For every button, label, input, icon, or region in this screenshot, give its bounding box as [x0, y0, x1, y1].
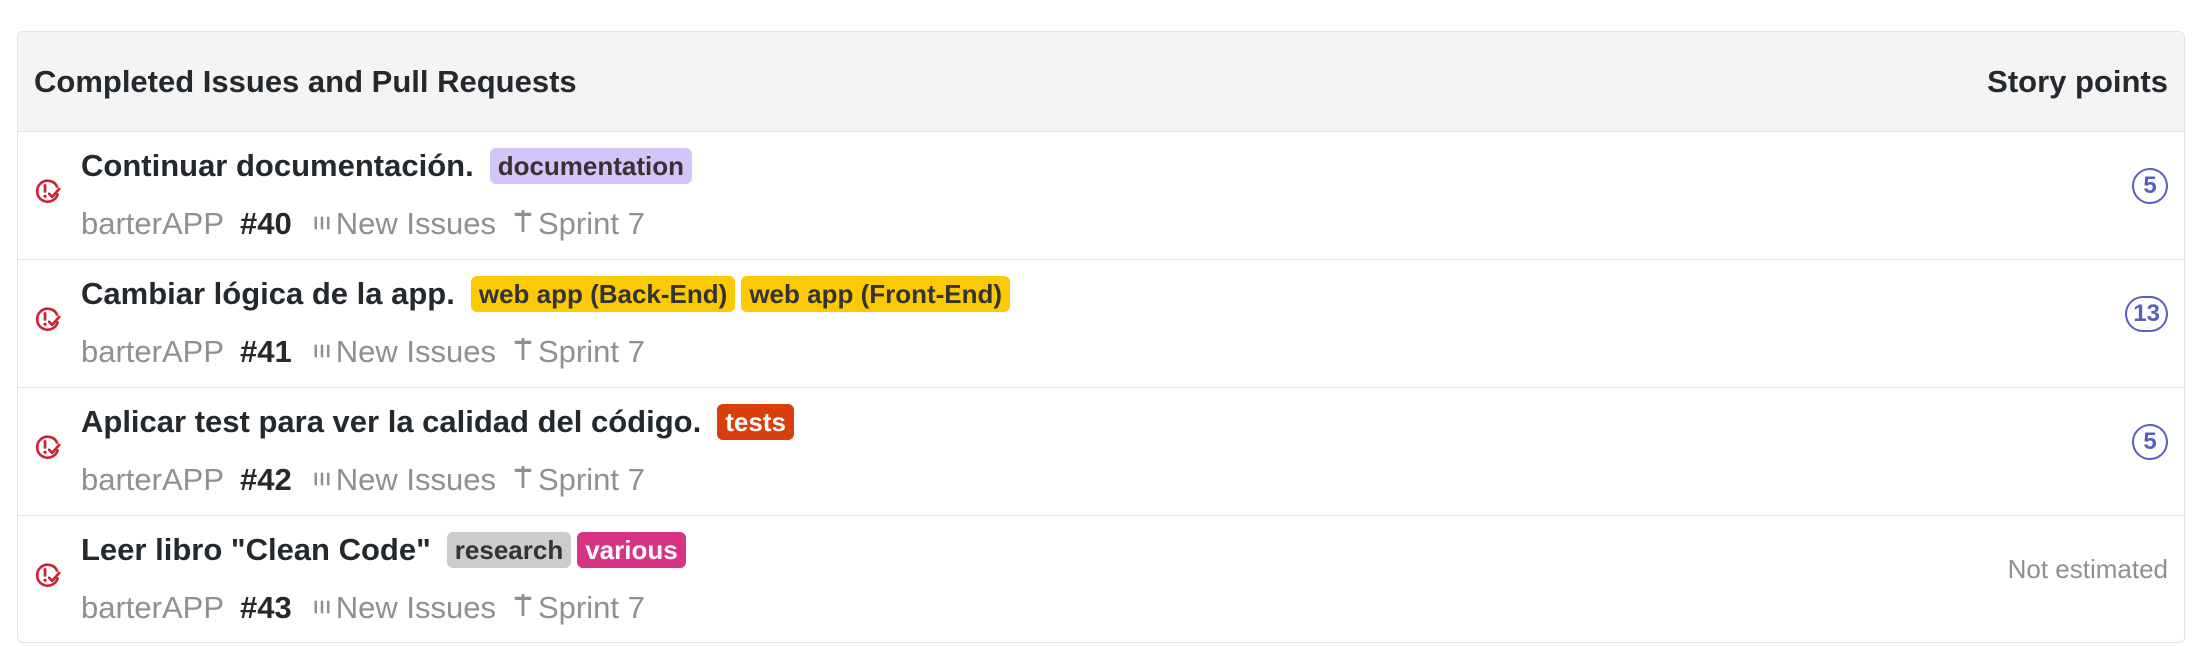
issue-row[interactable]: Aplicar test para ver la calidad del cód…	[18, 388, 2184, 516]
issue-meta-line: barterAPP #43 New Issues Sprint 7	[81, 590, 645, 626]
milestone-name[interactable]: Sprint 7	[538, 462, 645, 498]
issue-number[interactable]: #40	[240, 206, 292, 242]
repo-name[interactable]: barterAPP	[81, 334, 224, 370]
panel-title: Completed Issues and Pull Requests	[34, 63, 577, 99]
issue-title-line: Cambiar lógica de la app. web app (Back-E…	[81, 276, 1016, 312]
project-column-icon	[312, 206, 332, 242]
project-column-name: New Issues	[335, 206, 496, 241]
project-column-name: New Issues	[335, 462, 496, 497]
issue-number[interactable]: #43	[240, 590, 292, 626]
issue-row[interactable]: Continuar documentación. documentation bar…	[18, 132, 2184, 260]
issue-title-line: Aplicar test para ver la calidad del cód…	[81, 404, 800, 440]
not-estimated-text: Not estimated	[2007, 554, 2168, 584]
completed-issues-panel: Completed Issues and Pull Requests Story…	[17, 31, 2185, 643]
issue-title[interactable]: Aplicar test para ver la calidad del cód…	[81, 404, 701, 440]
issue-row[interactable]: Cambiar lógica de la app. web app (Back-E…	[18, 260, 2184, 388]
story-points-badge: 5	[2132, 424, 2168, 460]
milestone-name[interactable]: Sprint 7	[538, 206, 645, 242]
issue-title[interactable]: Cambiar lógica de la app.	[81, 276, 455, 312]
issue-label[interactable]: web app (Front-End)	[741, 276, 1011, 312]
issue-meta-line: barterAPP #42 New Issues Sprint 7	[81, 462, 645, 498]
issue-number[interactable]: #42	[240, 462, 292, 498]
milestone-name[interactable]: Sprint 7	[538, 334, 645, 370]
issue-list: Continuar documentación. documentation bar…	[18, 132, 2184, 642]
issue-meta-line: barterAPP #41 New Issues Sprint 7	[81, 334, 645, 370]
issue-row[interactable]: Leer libro "Clean Code" research various ba…	[18, 516, 2184, 642]
milestone-icon	[512, 206, 534, 242]
repo-name[interactable]: barterAPP	[81, 206, 224, 242]
milestone-icon	[512, 334, 534, 370]
issue-title-line: Continuar documentación. documentation	[81, 148, 698, 184]
issue-label[interactable]: tests	[717, 404, 794, 440]
project-column-icon	[312, 334, 332, 370]
issue-closed-icon	[34, 305, 62, 333]
story-points-header: Story points	[1987, 63, 2168, 99]
story-points-badge: 13	[2125, 296, 2168, 332]
issue-label[interactable]: research	[446, 532, 572, 568]
issue-label[interactable]: various	[577, 532, 686, 568]
milestone-name[interactable]: Sprint 7	[538, 590, 645, 626]
issue-title[interactable]: Leer libro "Clean Code"	[81, 532, 431, 568]
issue-label[interactable]: documentation	[489, 148, 693, 184]
milestone-icon	[512, 462, 534, 498]
panel-header: Completed Issues and Pull Requests Story…	[18, 32, 2184, 132]
project-column-name: New Issues	[335, 334, 496, 369]
story-points-badge: 5	[2132, 168, 2168, 204]
project-column-name: New Issues	[335, 590, 496, 625]
issue-title-line: Leer libro "Clean Code" research various	[81, 532, 692, 568]
issue-title[interactable]: Continuar documentación.	[81, 148, 474, 184]
project-column-icon	[312, 590, 332, 626]
issue-closed-icon	[34, 177, 62, 205]
issue-closed-icon	[34, 433, 62, 461]
issue-meta-line: barterAPP #40 New Issues Sprint 7	[81, 206, 645, 242]
repo-name[interactable]: barterAPP	[81, 462, 224, 498]
issue-number[interactable]: #41	[240, 334, 292, 370]
issue-label[interactable]: web app (Back-End)	[470, 276, 736, 312]
project-column-icon	[312, 462, 332, 498]
issue-closed-icon	[34, 561, 62, 589]
repo-name[interactable]: barterAPP	[81, 590, 224, 626]
milestone-icon	[512, 590, 534, 626]
